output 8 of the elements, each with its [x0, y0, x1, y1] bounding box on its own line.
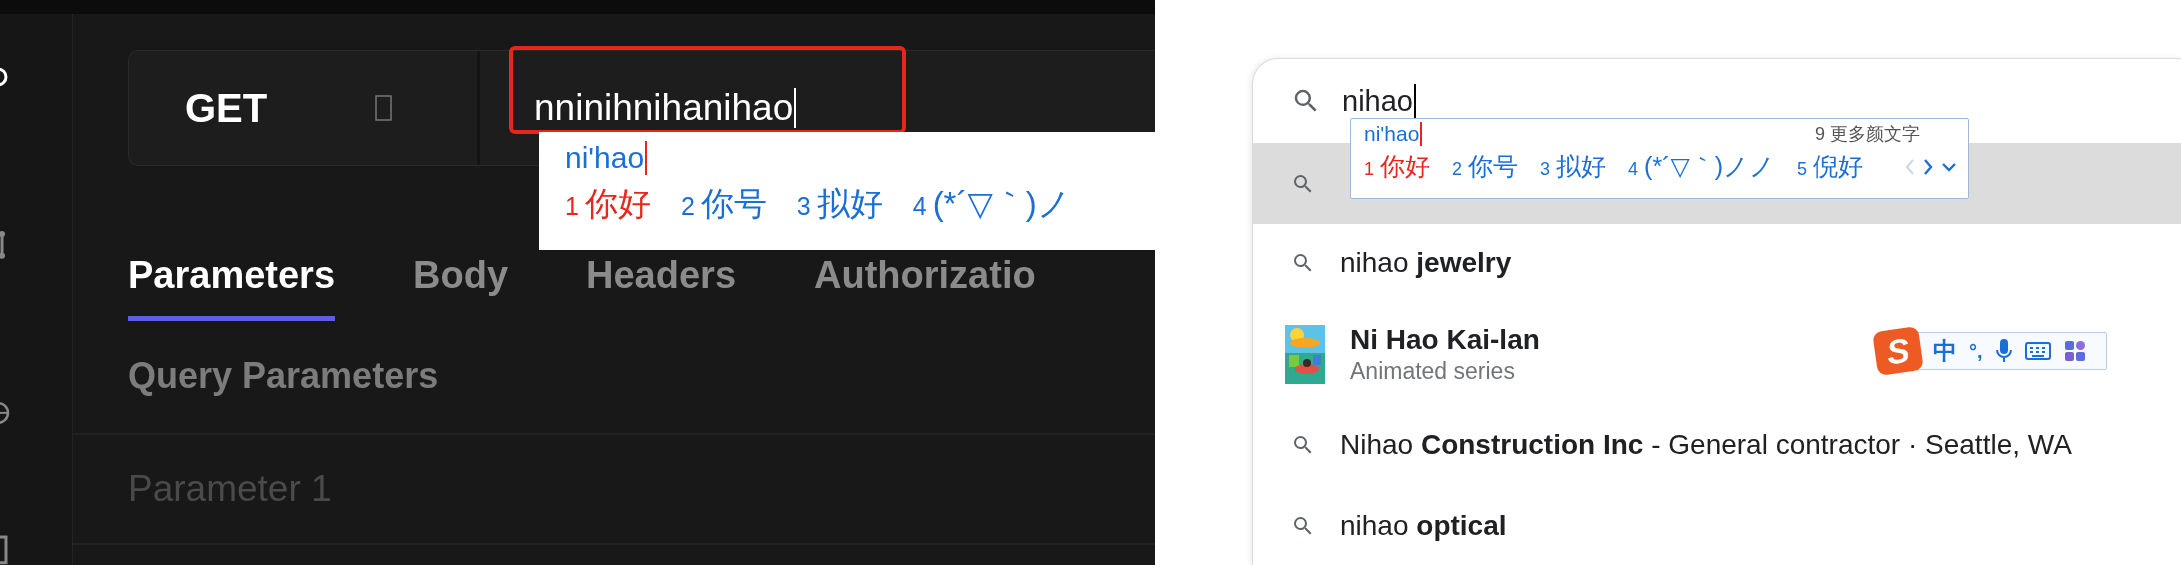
- section-title: Query Parameters: [128, 354, 440, 398]
- suggestion-title: Ni Hao Kai-lan: [1350, 323, 1540, 356]
- suggestion-subtitle: Animated series: [1350, 357, 1516, 385]
- suggestion-text: nihao optical: [1340, 510, 1507, 542]
- suggestion-text: nihao jewelry: [1340, 247, 1512, 279]
- suggestion-text: Nihao Construction Inc - General contractor · Seattle, WA: [1340, 429, 2072, 461]
- pinyin-text: ni'hao: [565, 140, 1155, 176]
- pinyin-text: ni'hao: [1364, 121, 1423, 147]
